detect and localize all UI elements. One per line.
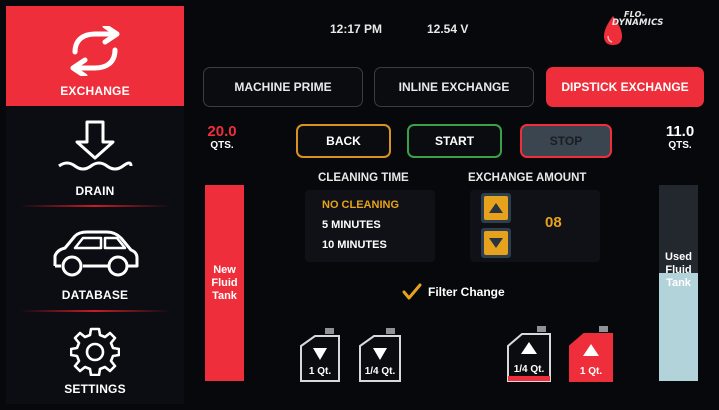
clock-time: 12:17 PM: [330, 22, 383, 36]
bottle-label: 1 Qt.: [308, 366, 332, 377]
start-button[interactable]: START: [407, 124, 502, 158]
sidebar: EXCHANGE DRAIN DATABASE SETTINGS: [6, 6, 184, 404]
bottle-label: 1/4 Qt.: [364, 366, 396, 377]
decrement-button[interactable]: [484, 231, 508, 255]
gear-icon: [70, 327, 120, 376]
cleaning-time-heading: CLEANING TIME: [318, 172, 409, 184]
filter-change-label: Filter Change: [428, 285, 505, 299]
filter-change-checkbox[interactable]: Filter Change: [402, 283, 505, 301]
mode-machine-prime-button[interactable]: MACHINE PRIME: [203, 67, 363, 107]
cleaning-option-10-minutes[interactable]: 10 MINUTES: [322, 239, 387, 251]
sidebar-item-database[interactable]: DATABASE: [6, 210, 184, 310]
sidebar-item-label: EXCHANGE: [60, 84, 130, 98]
new-tank-quantity: 20.0 QTS.: [200, 124, 244, 152]
exchange-amount-heading: EXCHANGE AMOUNT: [468, 172, 587, 184]
checkmark-icon: [402, 283, 422, 300]
tank-label-line: Fluid: [665, 263, 692, 276]
divider: [20, 205, 170, 207]
add-1qt-new-button[interactable]: 1 Qt.: [297, 328, 343, 383]
sidebar-item-exchange[interactable]: EXCHANGE: [6, 6, 184, 106]
sidebar-item-label: DRAIN: [75, 184, 115, 198]
add-quarter-qt-new-button[interactable]: 1/4 Qt.: [356, 328, 404, 383]
used-tank-label: Used Fluid Tank: [659, 247, 698, 293]
cleaning-option-5-minutes[interactable]: 5 MINUTES: [322, 219, 381, 231]
tank-label-line: New: [213, 263, 236, 276]
exchange-amount-value: 08: [545, 214, 562, 231]
arrow-up-icon: [489, 203, 503, 213]
used-tank-quantity: 11.0 QTS.: [655, 124, 705, 152]
sidebar-item-label: SETTINGS: [64, 382, 126, 396]
divider: [20, 310, 170, 312]
back-button[interactable]: BACK: [296, 124, 391, 158]
refresh-arrows-icon: [70, 26, 120, 76]
arrow-down-icon: [489, 238, 503, 248]
bottle-label: 1 Qt.: [579, 366, 603, 377]
sidebar-item-label: DATABASE: [61, 288, 129, 302]
sidebar-item-settings[interactable]: SETTINGS: [6, 314, 184, 404]
bottle-label: 1/4 Qt.: [513, 364, 545, 375]
stop-button[interactable]: STOP: [520, 124, 612, 158]
new-fluid-tank-gauge: New Fluid Tank: [205, 185, 244, 381]
increment-button[interactable]: [484, 196, 508, 220]
brand-name: FLO- DYNAMICS: [612, 10, 664, 28]
tank-label-line: Fluid: [211, 276, 238, 289]
new-tank-label: New Fluid Tank: [211, 264, 237, 303]
tank-label-line: Tank: [212, 289, 237, 302]
car-icon: [53, 230, 139, 277]
tank-label-line: Tank: [666, 276, 691, 289]
sidebar-item-drain[interactable]: DRAIN: [6, 110, 184, 206]
battery-voltage: 12.54 V: [427, 22, 469, 36]
new-tank-quantity-unit: QTS.: [210, 140, 234, 151]
brand-logo: FLO- DYNAMICS: [594, 10, 694, 50]
new-tank-quantity-value: 20.0: [207, 123, 237, 140]
used-tank-quantity-value: 11.0: [665, 123, 695, 140]
used-tank-quantity-unit: QTS.: [668, 140, 692, 151]
cleaning-option-no-cleaning[interactable]: NO CLEANING: [322, 199, 399, 211]
remove-1qt-used-button[interactable]: 1 Qt.: [567, 326, 615, 383]
tank-label-line: Used: [665, 250, 692, 263]
drain-arrow-icon: [58, 120, 133, 171]
remove-quarter-qt-used-button[interactable]: 1/4 Qt.: [505, 326, 553, 383]
mode-dipstick-exchange-button[interactable]: DIPSTICK EXCHANGE: [546, 67, 704, 107]
used-fluid-tank-gauge: Used Fluid Tank: [659, 185, 698, 381]
brand-line2: DYNAMICS: [612, 18, 664, 28]
mode-inline-exchange-button[interactable]: INLINE EXCHANGE: [374, 67, 534, 107]
screen: EXCHANGE DRAIN DATABASE SETTINGS 12:17 P…: [0, 0, 719, 410]
